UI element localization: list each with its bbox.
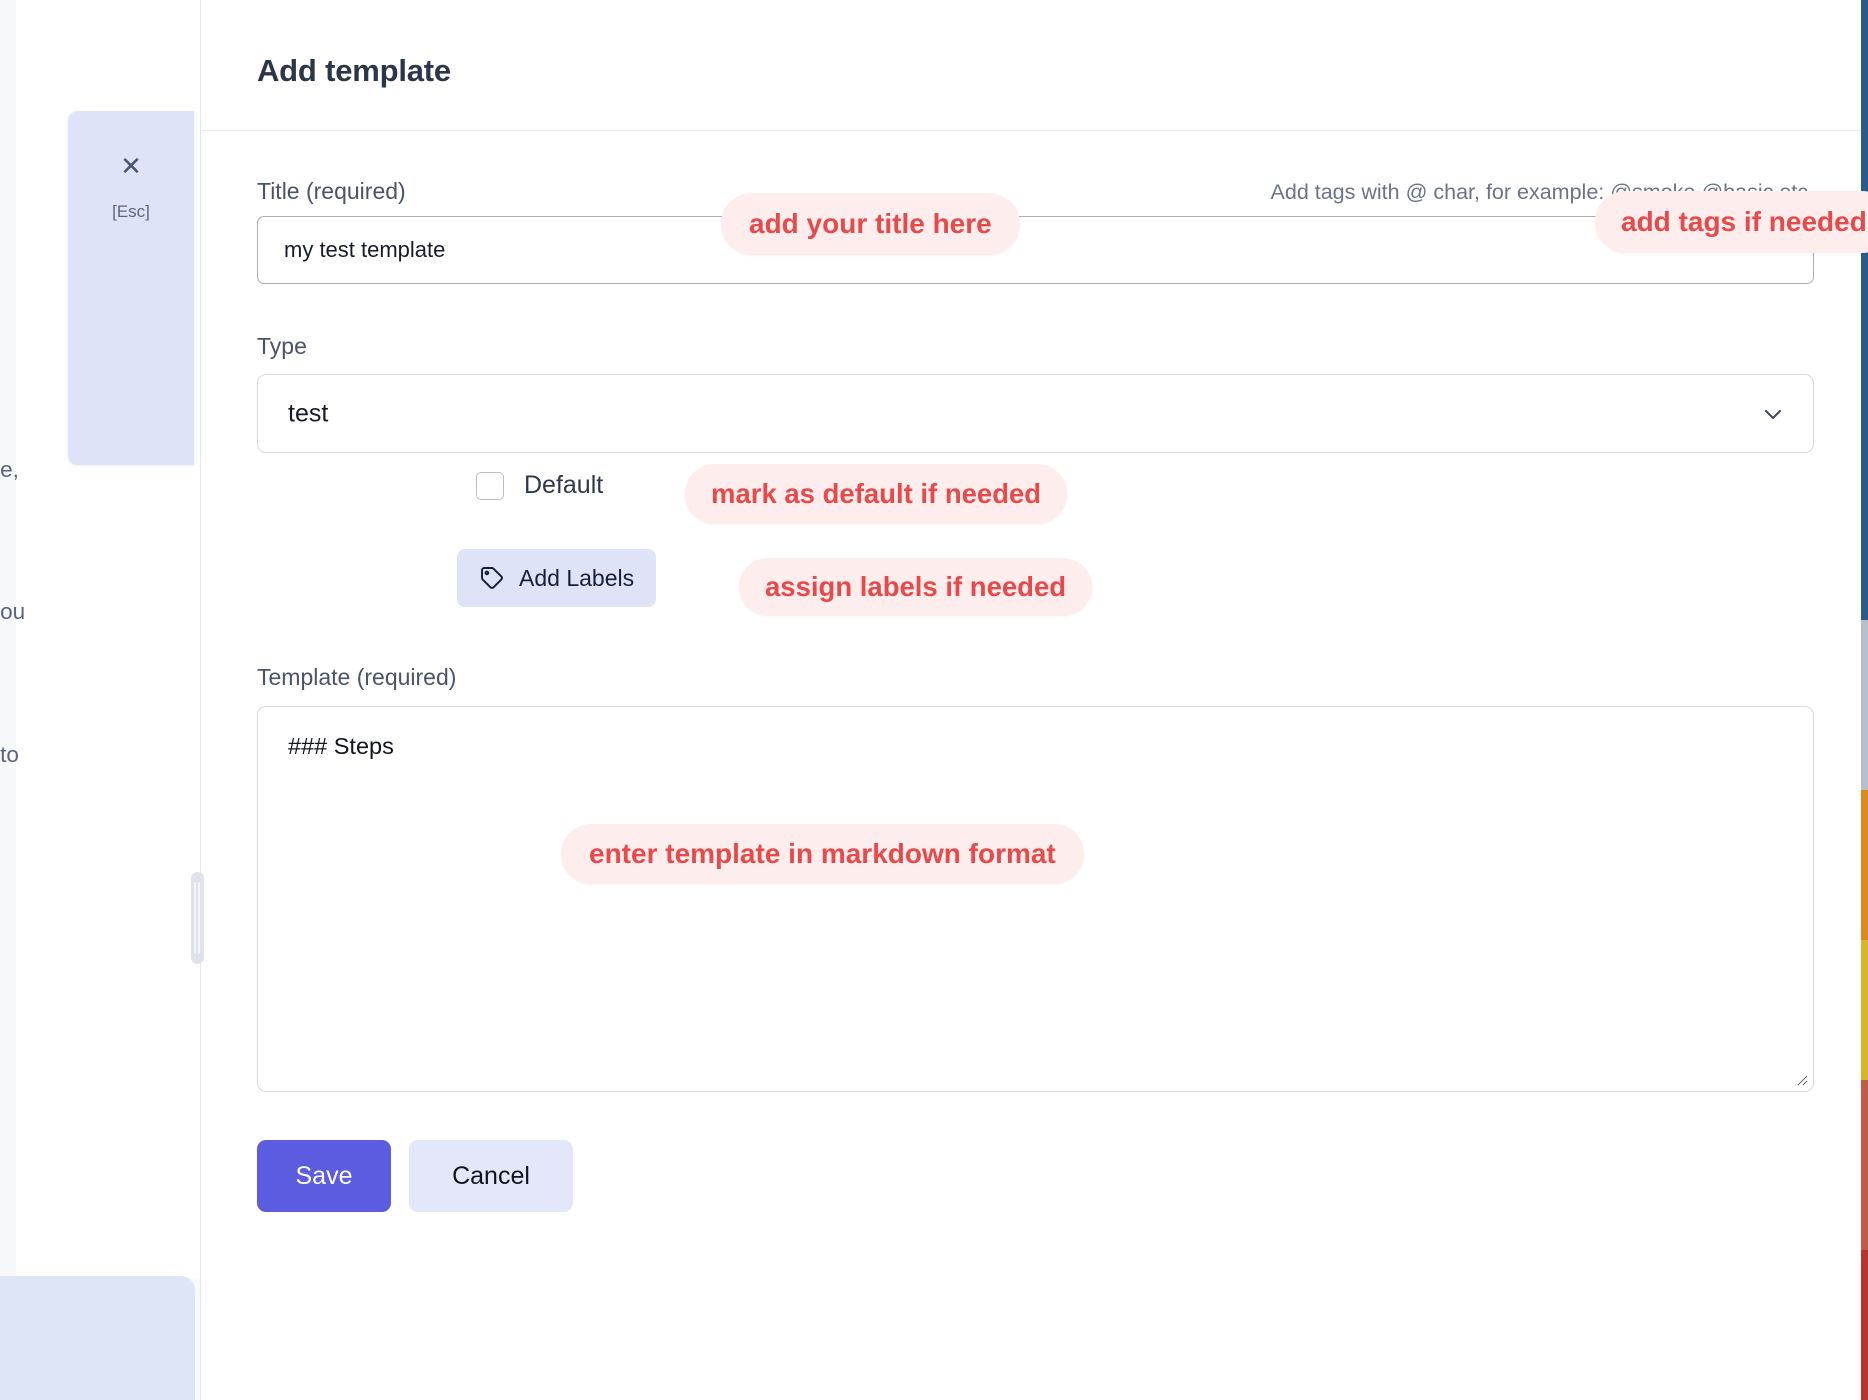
type-field-label: Type (257, 333, 307, 360)
edge-color-segment (1861, 1080, 1868, 1250)
edge-color-segment (1861, 0, 1868, 620)
template-textarea-value: ### Steps (288, 733, 394, 760)
annotation-markdown-format: enter template in markdown format (561, 824, 1084, 884)
title-input[interactable]: my test template (257, 216, 1814, 284)
type-select-value: test (288, 399, 328, 428)
screen-root: suite a n. On this page, nplate. Also, y… (0, 0, 1868, 1400)
edge-color-segment (1861, 1250, 1868, 1400)
add-labels-button[interactable]: Add Labels (457, 549, 656, 607)
save-button[interactable]: Save (257, 1140, 391, 1212)
close-icon: ✕ (68, 153, 194, 179)
type-select[interactable]: test (257, 374, 1814, 453)
background-text-line: nplate. Also, you (0, 588, 200, 636)
add-labels-button-label: Add Labels (519, 565, 634, 592)
edge-color-segment (1861, 620, 1868, 790)
annotation-add-title: add your title here (721, 193, 1020, 255)
template-textarea[interactable]: ### Steps (257, 706, 1814, 1092)
close-drawer-button[interactable]: ✕ [Esc] (68, 111, 194, 465)
add-template-drawer: Add template Title (required) Add tags w… (200, 0, 1868, 1400)
resize-grip-icon[interactable] (1794, 1072, 1808, 1086)
esc-hint-label: [Esc] (68, 203, 194, 220)
default-checkbox[interactable] (476, 472, 504, 500)
annotation-mark-default: mark as default if needed (685, 464, 1067, 524)
drag-handle-line (198, 882, 200, 954)
edge-color-segment (1861, 940, 1868, 1080)
drawer-resize-handle[interactable] (191, 872, 204, 964)
background-text-line: th is attached to (0, 731, 200, 779)
template-field-label: Template (required) (257, 664, 456, 691)
tag-icon (479, 565, 505, 591)
annotation-add-tags: add tags if needed (1595, 191, 1868, 253)
default-checkbox-row[interactable]: Default (476, 471, 603, 500)
drawer-header: Add template (201, 0, 1868, 131)
drag-handle-line (194, 882, 196, 954)
default-checkbox-label: Default (524, 471, 603, 500)
title-field-label: Title (required) (257, 178, 406, 205)
title-input-value: my test template (284, 237, 445, 263)
annotation-assign-labels: assign labels if needed (739, 558, 1092, 616)
cancel-button[interactable]: Cancel (409, 1140, 573, 1212)
page-title: Add template (257, 53, 451, 89)
chevron-down-icon (1761, 402, 1785, 426)
background-info-card (0, 1276, 195, 1400)
edge-color-segment (1861, 790, 1868, 940)
